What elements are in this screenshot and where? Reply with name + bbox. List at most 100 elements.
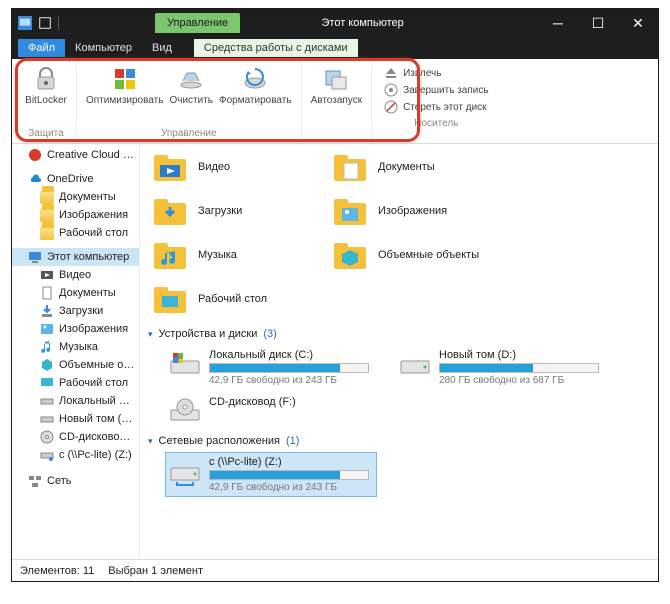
explorer-window: Управление Этот компьютер ─ ☐ ✕ Файл Ком… <box>11 8 659 582</box>
nav-desktop[interactable]: Рабочий стол <box>12 374 139 392</box>
nav-pics[interactable]: Изображения <box>12 320 139 338</box>
ribbon: BitLocker Защита Оптимизировать Очистить… <box>12 59 658 144</box>
drive-z[interactable]: c (\\Pc-lite) (Z:) 42,9 ГБ свободно из 2… <box>166 453 376 496</box>
status-selection: Выбран 1 элемент <box>108 565 203 577</box>
optimize-button[interactable]: Оптимизировать <box>83 63 166 127</box>
minimize-button[interactable]: ─ <box>538 9 578 37</box>
bitlocker-button[interactable]: BitLocker <box>22 63 70 127</box>
music-icon <box>40 340 54 354</box>
docs-folder-icon <box>332 151 368 183</box>
folder-3d[interactable]: Объемные объекты <box>328 236 508 274</box>
pics-folder-icon <box>332 195 368 227</box>
menu-computer[interactable]: Компьютер <box>65 39 142 57</box>
drives-list: Локальный диск (C:) 42,9 ГБ свободно из … <box>148 346 650 431</box>
autorun-button[interactable]: Автозапуск <box>308 63 366 127</box>
group-drives-label: Устройства и диски <box>159 328 258 340</box>
drive-f-name: CD-дисковод (F:) <box>209 396 373 408</box>
nav-ccf[interactable]: Creative Cloud Files <box>12 146 139 164</box>
drive-z-bar <box>209 470 369 480</box>
nav-videos[interactable]: Видео <box>12 266 139 284</box>
eject-button[interactable]: Извлечь <box>382 65 490 81</box>
group-label-media: Носитель <box>414 117 458 131</box>
thispc-icon <box>28 250 42 264</box>
finish-burn-icon <box>384 83 398 97</box>
contextual-tab-header: Управление <box>65 13 282 33</box>
qat-divider-icon <box>58 16 59 30</box>
nav-downloads[interactable]: Загрузки <box>12 302 139 320</box>
erase-disc-label: Стереть этот диск <box>403 102 486 113</box>
nav-cd-f[interactable]: CD-дисковод (F:) <box>12 428 139 446</box>
cleanup-label: Очистить <box>169 95 213 106</box>
onedrive-icon <box>28 172 42 186</box>
nav-3dobjects[interactable]: Объемные объекты <box>12 356 139 374</box>
nav-od-docs[interactable]: Документы <box>12 188 139 206</box>
finish-burn-button[interactable]: Завершить запись <box>382 82 490 98</box>
bitlocker-label: BitLocker <box>25 95 67 106</box>
drive-c-icon <box>169 349 201 381</box>
ribbon-group-media: Извлечь Завершить запись Стереть этот ди… <box>372 61 500 141</box>
drive-c-bar <box>209 363 369 373</box>
nav-docs[interactable]: Документы <box>12 284 139 302</box>
drive-f-icon <box>169 396 201 428</box>
folder-icon <box>40 208 54 222</box>
folder-desktop[interactable]: Рабочий стол <box>148 280 328 318</box>
nav-net-z[interactable]: c (\\Pc-lite) (Z:) <box>12 446 139 464</box>
nav-od-desk[interactable]: Рабочий стол <box>12 224 139 242</box>
nav-new-d[interactable]: Новый том (D:) <box>12 410 139 428</box>
format-button[interactable]: Форматировать <box>216 63 295 127</box>
folder-docs[interactable]: Документы <box>328 148 508 186</box>
drive-icon <box>40 412 54 426</box>
autorun-label: Автозапуск <box>311 95 363 106</box>
drive-c-free: 42,9 ГБ свободно из 243 ГБ <box>209 375 373 386</box>
folder-pics[interactable]: Изображения <box>328 192 508 230</box>
menu-file[interactable]: Файл <box>18 39 65 57</box>
eject-label: Извлечь <box>403 68 441 79</box>
nav-thispc[interactable]: Этот компьютер <box>12 248 139 266</box>
drive-z-free: 42,9 ГБ свободно из 243 ГБ <box>209 482 373 493</box>
erase-disc-button[interactable]: Стереть этот диск <box>382 99 490 115</box>
qat-properties-icon[interactable] <box>38 16 52 30</box>
network-icon <box>28 474 42 488</box>
group-net-count: (1) <box>286 435 299 447</box>
music-folder-icon <box>152 239 188 271</box>
nav-onedrive[interactable]: OneDrive <box>12 170 139 188</box>
body: Creative Cloud Files OneDrive Документы … <box>12 144 658 559</box>
videos-folder-icon <box>152 151 188 183</box>
window-buttons: ─ ☐ ✕ <box>538 9 658 37</box>
nav-music[interactable]: Музыка <box>12 338 139 356</box>
nav-local-c[interactable]: Локальный диск (C:) <box>12 392 139 410</box>
downloads-folder-icon <box>152 195 188 227</box>
netdrives-list: c (\\Pc-lite) (Z:) 42,9 ГБ свободно из 2… <box>148 453 650 496</box>
menu-bar: Файл Компьютер Вид Средства работы с дис… <box>12 37 658 59</box>
nav-pane[interactable]: Creative Cloud Files OneDrive Документы … <box>12 144 140 559</box>
menu-view[interactable]: Вид <box>142 39 182 57</box>
group-label-manage: Управление <box>161 127 217 141</box>
group-net-label: Сетевые расположения <box>159 435 280 447</box>
bitlocker-icon <box>32 65 60 93</box>
folder-downloads[interactable]: Загрузки <box>148 192 328 230</box>
ribbon-group-autorun: Автозапуск <box>302 61 373 141</box>
videos-icon <box>40 268 54 282</box>
cleanup-button[interactable]: Очистить <box>166 63 216 127</box>
optimize-icon <box>111 65 139 93</box>
maximize-button[interactable]: ☐ <box>578 9 618 37</box>
group-net-header[interactable]: ▾ Сетевые расположения (1) <box>148 431 650 453</box>
drive-d[interactable]: Новый том (D:) 280 ГБ свободно из 687 ГБ <box>396 346 606 389</box>
app-icon <box>18 16 32 30</box>
group-drives-header[interactable]: ▾ Устройства и диски (3) <box>148 324 650 346</box>
quick-access-toolbar <box>12 16 65 30</box>
format-label: Форматировать <box>219 95 292 106</box>
drive-c[interactable]: Локальный диск (C:) 42,9 ГБ свободно из … <box>166 346 376 389</box>
drive-f[interactable]: CD-дисковод (F:) <box>166 393 376 431</box>
folder-icon <box>40 226 54 240</box>
close-button[interactable]: ✕ <box>618 9 658 37</box>
folder-music[interactable]: Музыка <box>148 236 328 274</box>
nav-od-pics[interactable]: Изображения <box>12 206 139 224</box>
folder-videos[interactable]: Видео <box>148 148 328 186</box>
drive-d-name: Новый том (D:) <box>439 349 603 361</box>
menu-drive-tools[interactable]: Средства работы с дисками <box>194 39 358 57</box>
nav-network[interactable]: Сеть <box>12 472 139 490</box>
tab-manage[interactable]: Управление <box>155 13 240 33</box>
content-pane[interactable]: Видео Документы Загрузки Изображения Муз… <box>140 144 658 559</box>
status-items: Элементов: 11 <box>20 565 94 577</box>
